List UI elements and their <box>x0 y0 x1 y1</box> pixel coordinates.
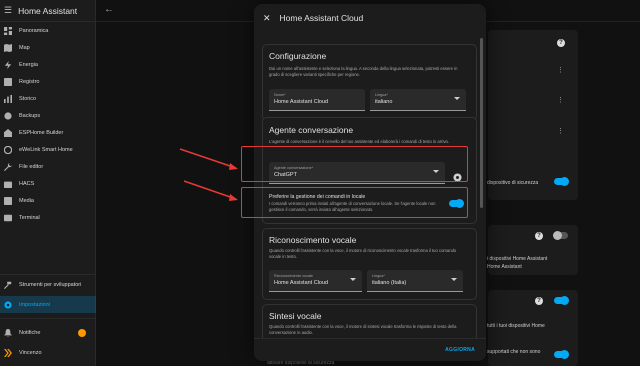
annotation-arrows <box>179 148 238 201</box>
annotation-arrow <box>183 180 237 200</box>
annotation-arrowhead <box>229 163 238 170</box>
annotation-arrow <box>179 148 237 169</box>
annotation-arrowhead <box>229 194 238 201</box>
